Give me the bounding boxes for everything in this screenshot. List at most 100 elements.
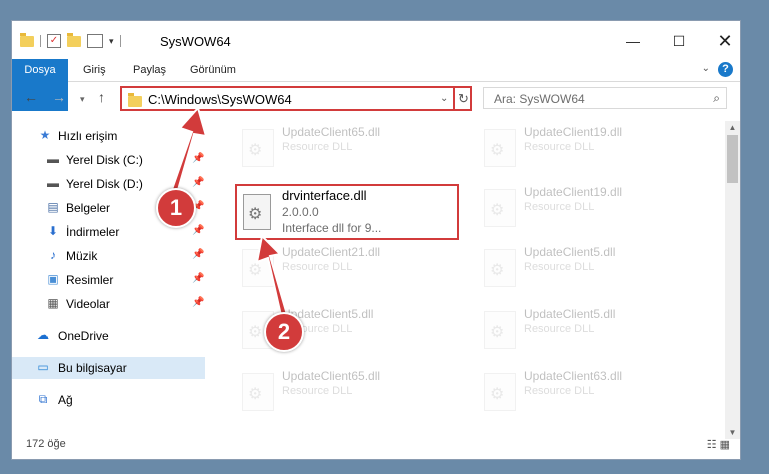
view-mode-icons[interactable]: ☷ ▦ [707, 438, 730, 451]
close-button[interactable]: ✕ [702, 27, 740, 55]
pin-icon[interactable]: 📌 [192, 249, 204, 260]
vertical-scrollbar[interactable]: ▲ ▼ [725, 121, 740, 439]
address-bar[interactable]: C:\Windows\SysWOW64 ⌄ ↻ [120, 86, 472, 111]
rename-icon[interactable] [87, 34, 103, 48]
sidebar-item-local-disk-c[interactable]: ▬ Yerel Disk (C:) 📌 [12, 149, 205, 171]
list-item[interactable]: UpdateClient19.dll Resource DLL [474, 181, 704, 233]
minimize-button[interactable]: — [610, 27, 656, 55]
sidebar-item-label: Ağ [58, 393, 73, 407]
forward-arrow-icon[interactable]: → [52, 89, 66, 105]
highlighted-file-drvinterface[interactable]: drvinterface.dll 2.0.0.0 Interface dll f… [235, 184, 459, 240]
tab-home[interactable]: Giriş [83, 59, 106, 81]
scroll-down-icon[interactable]: ▼ [725, 428, 740, 437]
file-type: Resource DLL [524, 201, 595, 213]
music-icon: ♪ [50, 248, 56, 262]
sidebar-item-this-pc[interactable]: ▭ Bu bilgisayar [12, 357, 205, 379]
search-input[interactable]: Ara: SysWOW64 ⌕ [483, 87, 727, 109]
folder-icon[interactable] [20, 32, 34, 47]
list-item[interactable]: UpdateClient65.dll Resource DLL [232, 121, 462, 173]
file-type: Resource DLL [524, 385, 595, 397]
dll-file-icon [484, 129, 516, 167]
list-item[interactable]: UpdateClient21.dll Resource DLL [232, 241, 462, 293]
file-type: Resource DLL [524, 261, 595, 273]
sidebar-item-label: İndirmeler [66, 225, 120, 239]
file-type: Resource DLL [282, 385, 353, 397]
cloud-icon: ☁ [37, 328, 49, 342]
tab-share[interactable]: Paylaş [133, 59, 166, 81]
sidebar-item-label: Videolar [66, 297, 110, 311]
properties-check-icon[interactable]: ✓ [47, 34, 61, 48]
quick-access-toolbar: ✓ ▾ [20, 32, 121, 49]
help-icon[interactable]: ? [718, 62, 733, 77]
file-name: UpdateClient5.dll [524, 307, 616, 321]
file-type: Resource DLL [524, 323, 595, 335]
explorer-window: ✓ ▾ SysWOW64 — ☐ ✕ Dosya Giriş Paylaş Gö… [11, 20, 741, 460]
scroll-up-icon[interactable]: ▲ [725, 123, 740, 132]
sidebar-item-label: Belgeler [66, 201, 111, 215]
sidebar-item-videos[interactable]: ▦ Videolar 📌 [12, 293, 205, 315]
tab-view[interactable]: Görünüm [190, 59, 236, 81]
maximize-button[interactable]: ☐ [656, 27, 702, 55]
file-type: Resource DLL [282, 141, 353, 153]
pin-icon[interactable]: 📌 [192, 225, 204, 236]
list-item[interactable]: UpdateClient19.dll Resource DLL [474, 121, 704, 173]
list-item[interactable]: UpdateClient65.dll Resource DLL [232, 365, 462, 417]
pin-icon[interactable]: 📌 [192, 297, 204, 308]
sidebar-item-music[interactable]: ♪ Müzik 📌 [12, 245, 205, 267]
dll-file-icon [484, 249, 516, 287]
file-name: UpdateClient65.dll [282, 369, 381, 383]
sidebar-item-label: OneDrive [58, 329, 109, 343]
recent-locations-dropdown-icon[interactable]: ▾ [80, 94, 85, 105]
dll-file-icon [243, 194, 271, 230]
search-icon[interactable]: ⌕ [713, 91, 720, 106]
scroll-thumb[interactable] [727, 135, 738, 183]
up-arrow-icon[interactable]: ↑ [98, 89, 105, 105]
back-arrow-icon[interactable]: ← [24, 89, 38, 105]
file-name: UpdateClient21.dll [282, 245, 381, 259]
refresh-icon[interactable]: ↻ [453, 88, 472, 109]
new-folder-icon[interactable] [67, 32, 81, 47]
file-list: UpdateClient65.dll Resource DLL UpdateCl… [212, 121, 722, 431]
documents-icon: ▤ [47, 200, 59, 214]
address-dropdown-icon[interactable]: ⌄ [440, 93, 448, 104]
file-name: UpdateClient19.dll [524, 125, 623, 139]
navigation-bar: ← → ▾ ↑ C:\Windows\SysWOW64 ⌄ ↻ Ara: Sys… [12, 85, 740, 113]
step-1-badge: 1 [156, 188, 196, 228]
pin-icon[interactable]: 📌 [192, 153, 204, 164]
drive-icon: ▬ [47, 152, 59, 166]
pin-icon[interactable]: 📌 [192, 273, 204, 284]
star-icon: ★ [39, 128, 51, 142]
folder-icon [128, 93, 142, 107]
window-title: SysWOW64 [160, 34, 231, 49]
sidebar-item-label: Müzik [66, 249, 98, 263]
file-name: UpdateClient19.dll [524, 185, 623, 199]
expand-ribbon-icon[interactable]: ⌄ [702, 63, 710, 74]
drive-icon: ▬ [47, 176, 59, 190]
file-type: Resource DLL [524, 141, 595, 153]
address-path[interactable]: C:\Windows\SysWOW64 [148, 92, 292, 107]
divider [40, 35, 41, 47]
video-icon: ▦ [47, 296, 59, 310]
ribbon-tabs: Dosya Giriş Paylaş Görünüm ⌄ ? [12, 59, 740, 111]
list-item[interactable]: UpdateClient5.dll Resource DLL [474, 303, 704, 355]
file-version: 2.0.0.0 [282, 205, 319, 219]
sidebar-item-quick-access[interactable]: ★ Hızlı erişim [12, 125, 205, 147]
list-item[interactable]: UpdateClient63.dll Resource DLL [474, 365, 704, 417]
sidebar-item-network[interactable]: ⧉ Ağ [12, 389, 205, 411]
network-icon: ⧉ [38, 392, 48, 406]
list-item[interactable]: UpdateClient5.dll Resource DLL [474, 241, 704, 293]
pin-icon[interactable]: 📌 [192, 177, 204, 188]
sidebar-item-label: Yerel Disk (C:) [66, 153, 143, 167]
title-bar: ✓ ▾ SysWOW64 — ☐ ✕ [12, 21, 740, 59]
sidebar-item-onedrive[interactable]: ☁ OneDrive [12, 325, 205, 347]
file-name: UpdateClient5.dll [524, 245, 616, 259]
computer-icon: ▭ [37, 360, 49, 374]
dll-file-icon [484, 189, 516, 227]
file-description: Interface dll for 9... [282, 221, 382, 235]
customize-dropdown-icon[interactable]: ▾ [109, 36, 114, 47]
item-count: 172 öğe [26, 438, 66, 450]
sidebar-item-pictures[interactable]: ▣ Resimler 📌 [12, 269, 205, 291]
dll-file-icon [242, 373, 274, 411]
dll-file-icon [484, 373, 516, 411]
file-name: UpdateClient63.dll [524, 369, 623, 383]
